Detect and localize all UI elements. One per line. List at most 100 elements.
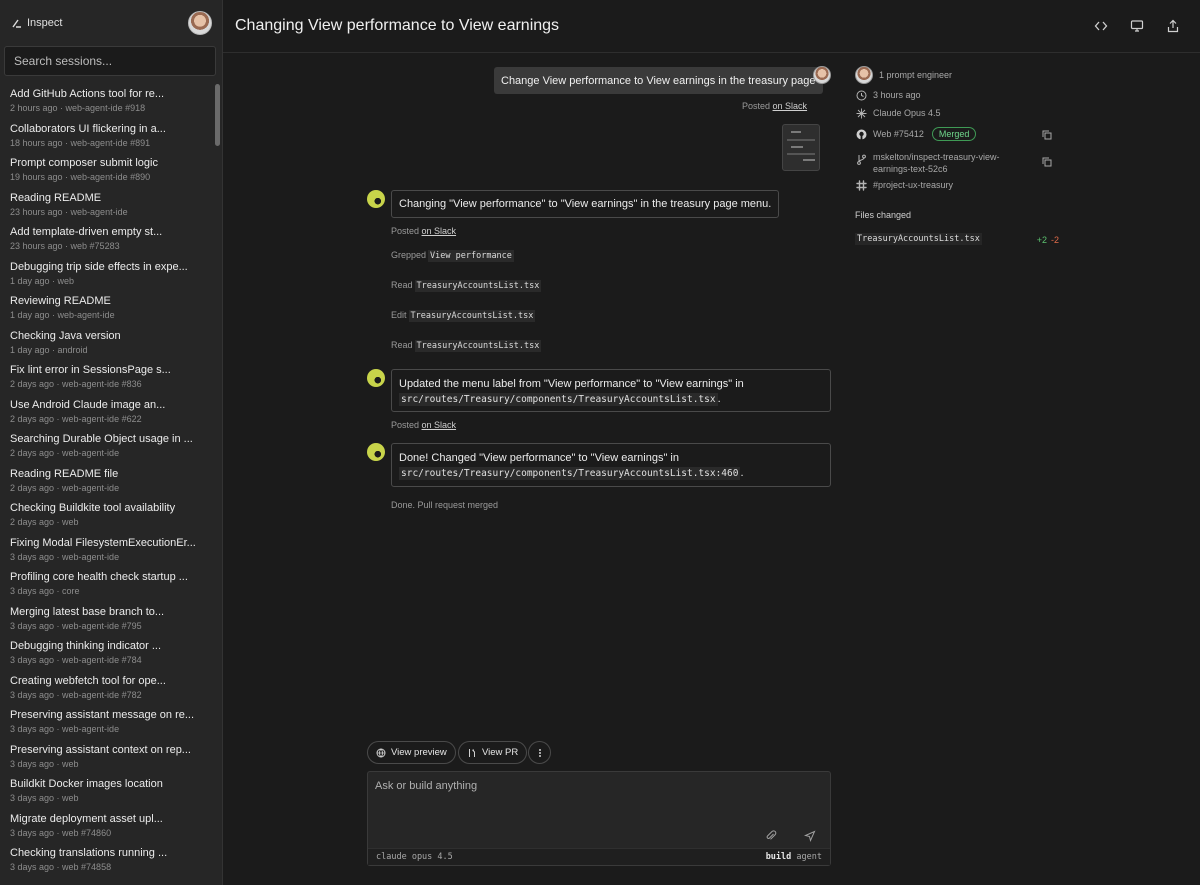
slack-icon bbox=[855, 179, 867, 191]
session-item[interactable]: Preserving assistant message on re... 3 d… bbox=[0, 705, 213, 740]
user-message-avatar bbox=[813, 66, 831, 84]
session-item[interactable]: Checking translations running ... 3 days … bbox=[0, 843, 213, 878]
inspect-logo-icon bbox=[12, 19, 21, 28]
session-meta: 3 days ago · web bbox=[10, 758, 79, 769]
session-item[interactable]: Prompt composer submit logic 19 hours ago… bbox=[0, 153, 213, 188]
copy-icon[interactable] bbox=[1042, 129, 1054, 141]
session-item[interactable]: Reviewing README 1 day ago · web-agent-id… bbox=[0, 291, 213, 326]
tool-verb: Read bbox=[391, 280, 413, 290]
tool-verb: Edit bbox=[391, 310, 407, 320]
session-title: Preserving assistant message on re... bbox=[10, 709, 195, 721]
session-title: Reviewing README bbox=[10, 295, 111, 307]
tool-arg: TreasuryAccountsList.tsx bbox=[414, 340, 542, 352]
session-item[interactable]: Fix lint error in SessionsPage s... 2 day… bbox=[0, 360, 213, 395]
file-name[interactable]: TreasuryAccountsList.tsx bbox=[855, 233, 982, 245]
session-meta: 1 day ago · web-agent-ide bbox=[10, 310, 115, 320]
session-title: Prompt composer submit logic bbox=[10, 157, 158, 169]
agent-message: Done! Changed "View performance" to "Vie… bbox=[391, 443, 831, 487]
session-meta: 3 days ago · web #74860 bbox=[10, 827, 112, 838]
session-item[interactable]: Add template-driven empty st... 23 hours … bbox=[0, 222, 213, 257]
participants-text: 1 prompt engineer bbox=[879, 70, 953, 80]
session-item[interactable]: Checking Buildkite tool availability 2 da… bbox=[0, 498, 213, 533]
session-item[interactable]: Buildkit Docker images location 3 days ag… bbox=[0, 774, 213, 809]
send-icon[interactable] bbox=[802, 828, 818, 844]
tool-call-grep[interactable]: Grepped View performance bbox=[391, 250, 514, 262]
channel-row[interactable]: #project-ux-treasury bbox=[855, 179, 953, 191]
code-icon[interactable] bbox=[1091, 16, 1111, 36]
page-title: Changing View performance to View earnin… bbox=[235, 17, 560, 34]
view-preview-label: View preview bbox=[391, 747, 447, 758]
time-text: 3 hours ago bbox=[873, 90, 921, 100]
participant-avatar bbox=[855, 66, 873, 84]
session-meta: 2 hours ago · web-agent-ide #918 bbox=[10, 103, 146, 113]
session-item[interactable]: Reading README 23 hours ago · web-agent-i… bbox=[0, 188, 213, 223]
branch-row[interactable]: mskelton/inspect-treasury-view- earnings… bbox=[855, 151, 1000, 175]
session-meta: 3 days ago · web-agent-ide bbox=[10, 551, 120, 562]
session-meta: 3 days ago · web #74858 bbox=[10, 862, 112, 872]
brand[interactable]: Inspect bbox=[12, 17, 62, 29]
time-row: 3 hours ago bbox=[855, 89, 921, 101]
session-title: Use Android Claude image an... bbox=[10, 398, 166, 411]
session-item[interactable]: Debugging thinking indicator ... 3 days a… bbox=[0, 636, 213, 671]
model-row: Claude Opus 4.5 bbox=[855, 107, 941, 119]
share-icon[interactable] bbox=[1163, 16, 1183, 36]
slack-link[interactable]: on Slack bbox=[422, 226, 457, 236]
session-title: Checking Java version bbox=[10, 329, 121, 342]
slack-link[interactable]: on Slack bbox=[422, 420, 457, 430]
session-item[interactable]: Checking Java version 1 day ago · android bbox=[0, 326, 213, 361]
session-item[interactable]: Reading README file 2 days ago · web-agen… bbox=[0, 464, 213, 499]
pr-text[interactable]: Web #75412 bbox=[873, 129, 924, 139]
git-branch-icon bbox=[855, 153, 867, 165]
sidebar-scrollbar[interactable] bbox=[215, 84, 220, 146]
mode-selector[interactable]: build agent bbox=[766, 852, 822, 862]
session-meta: 18 hours ago · web-agent-ide #891 bbox=[10, 137, 151, 148]
attach-icon[interactable] bbox=[763, 828, 779, 844]
branch-text: mskelton/inspect-treasury-view- bbox=[873, 152, 1000, 162]
session-item[interactable]: Add GitHub Actions tool for re... 2 hours… bbox=[0, 84, 213, 119]
copy-icon[interactable] bbox=[1042, 156, 1054, 168]
session-item[interactable]: Preserving assistant context on rep... 3 … bbox=[0, 740, 213, 775]
monitor-icon[interactable] bbox=[1127, 16, 1147, 36]
session-meta: 23 hours ago · web-agent-ide bbox=[10, 206, 128, 217]
tool-call-read[interactable]: Read TreasuryAccountsList.tsx bbox=[391, 280, 542, 292]
session-item[interactable]: Creating webfetch tool for ope... 3 days … bbox=[0, 671, 213, 706]
session-title: Profiling core health check startup ... bbox=[10, 571, 188, 583]
session-item[interactable]: Fixing Modal FilesystemExecutionEr... 3 d… bbox=[0, 533, 213, 568]
session-item[interactable]: Searching Durable Object usage in ... 2 d… bbox=[0, 429, 213, 464]
view-pr-button[interactable]: View PR bbox=[458, 741, 528, 764]
session-item[interactable]: Use Android Claude image an... 2 days ago… bbox=[0, 395, 213, 430]
session-meta: 3 days ago · core bbox=[10, 586, 80, 596]
session-item[interactable]: Debugging trip side effects in expe... 1 … bbox=[0, 257, 213, 292]
file-path: src/routes/Treasury/components/TreasuryA… bbox=[399, 393, 718, 406]
user-avatar[interactable] bbox=[188, 11, 212, 35]
screenshot-attachment[interactable] bbox=[782, 124, 820, 171]
search-input[interactable] bbox=[4, 46, 216, 76]
pr-row[interactable]: Web #75412 Merged bbox=[855, 127, 977, 141]
session-item[interactable]: Profiling core health check startup ... 3… bbox=[0, 567, 213, 602]
channel-text[interactable]: #project-ux-treasury bbox=[873, 180, 953, 190]
sidebar: Inspect Add GitHub Actions tool for re..… bbox=[0, 0, 223, 885]
session-title: Add template-driven empty st... bbox=[10, 226, 163, 238]
file-row[interactable]: TreasuryAccountsList.tsx +2 -2 bbox=[855, 232, 1059, 246]
tool-call-edit[interactable]: Edit TreasuryAccountsList.tsx bbox=[391, 310, 536, 322]
session-title: Reading README file bbox=[10, 467, 119, 480]
tool-arg: TreasuryAccountsList.tsx bbox=[408, 310, 536, 322]
view-preview-button[interactable]: View preview bbox=[367, 741, 456, 764]
tool-verb: Read bbox=[391, 340, 413, 350]
sidebar-header: Inspect bbox=[0, 0, 222, 46]
session-item[interactable]: Merging latest base branch to... 3 days a… bbox=[0, 602, 213, 637]
user-message: Change View performance to View earnings… bbox=[494, 67, 823, 94]
session-title: Preserving assistant context on rep... bbox=[10, 743, 191, 756]
model-selector[interactable]: claude opus 4.5 bbox=[376, 852, 453, 862]
prompt-input[interactable] bbox=[368, 772, 830, 848]
slack-link[interactable]: on Slack bbox=[773, 101, 808, 111]
session-item[interactable]: Collaborators UI flickering in a... 18 ho… bbox=[0, 119, 213, 154]
tool-call-read[interactable]: Read TreasuryAccountsList.tsx bbox=[391, 340, 542, 352]
files-changed-label: Files changed bbox=[855, 210, 912, 220]
posted-prefix: Posted bbox=[391, 420, 422, 430]
merged-badge: Merged bbox=[931, 127, 977, 141]
agent-message-text: Updated the menu label from "View perfor… bbox=[399, 378, 744, 390]
session-item[interactable]: Migrate deployment asset upl... 3 days ag… bbox=[0, 809, 213, 844]
agent-message: Updated the menu label from "View perfor… bbox=[391, 369, 831, 412]
more-options-button[interactable] bbox=[528, 741, 551, 764]
